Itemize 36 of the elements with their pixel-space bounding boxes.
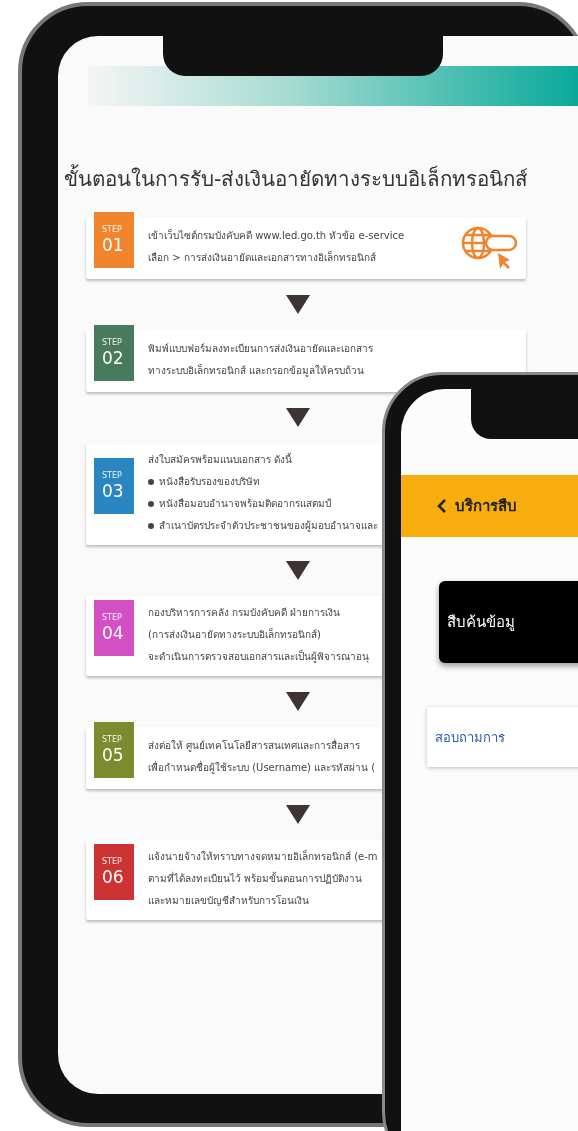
step-text: ส่งต่อให้ ศูนย์เทคโนโลยีสารสนเทศและการสื่อสาร [148, 737, 362, 754]
step-text: พิมพ์แบบฟอร์มลงทะเบียนการส่งเงินอายัดและเอกสาร [148, 342, 374, 356]
step-label: STEP [102, 338, 123, 348]
header-title: บริการสืบ [455, 496, 517, 517]
step-number: 04 [102, 623, 125, 643]
step-number: 06 [102, 867, 125, 887]
step-label: STEP [102, 225, 123, 235]
step-text: จะดำเนินการตรวจสอบเอกสารและเป็นผู้พิจารณาอนุ [148, 648, 370, 665]
bullet-icon [148, 501, 154, 507]
step-number: 03 [102, 481, 125, 501]
step-number: 05 [102, 745, 125, 765]
step-text: เลือก > การส่งเงินอายัดและเอกสารทางอิเล็กทรอนิกส์ [148, 249, 377, 265]
bullet-icon [148, 479, 154, 485]
step-text: ทางระบบอิเล็กทรอนิกส์ และกรอกข้อมูลให้ครบถ้วน [148, 362, 366, 379]
step-label: STEP [102, 857, 123, 867]
search-button[interactable]: สืบค้นข้อมู [439, 581, 578, 663]
page-title: ขั้นตอนในการรับ-ส่งเงินอายัดทางระบบอิเล็กทรอนิกส์ [64, 162, 578, 195]
step-label: STEP [102, 735, 123, 745]
step-number: 02 [102, 348, 125, 368]
step-text: (การส่งเงินอายัดทางระบบอิเล็กทรอนิกส์) [148, 626, 322, 642]
step-label: STEP [102, 613, 123, 623]
inquiry-link[interactable]: สอบถามการ [435, 726, 505, 748]
step-text: เข้าเว็บไซต์กรมบังคับคดี www.led.go.th หัวข้อ e-service [148, 227, 406, 243]
step-text: ตามที่ได้ลงทะเบียนไว้ พร้อมขั้นตอนการปฏิบัติงาน [148, 870, 364, 886]
bullet-text: หนังสือรับรองของบริษัท [159, 475, 261, 489]
step-number: 01 [102, 235, 125, 255]
step-text: กองบริหารการคลัง กรมบังคับคดี ฝ่ายการเงิน [148, 606, 342, 620]
bullet-icon [148, 523, 154, 529]
bullet-text: สำเนาบัตรประจำตัวประชาชนของผู้มอบอำนาจและ [159, 519, 379, 534]
back-icon[interactable] [437, 499, 447, 513]
step-text: แจ้งนายจ้างให้ทราบทางจดหมายอิเล็กทรอนิกส์ (e-m [148, 848, 379, 864]
step-text: และหมายเลขบัญชีสำหรับการโอนเงิน [148, 894, 310, 908]
step-text: ส่งใบสมัครพร้อมแนบเอกสาร ดังนี้ [148, 451, 294, 467]
step-label: STEP [102, 471, 123, 481]
bullet-text: หนังสือมอบอำนาจพร้อมติดอากรแสตมป์ [159, 497, 332, 511]
step-text: เพื่อกำหนดชื่อผู้ใช้ระบบ (Username) และรหัสผ่าน ( [148, 759, 377, 776]
